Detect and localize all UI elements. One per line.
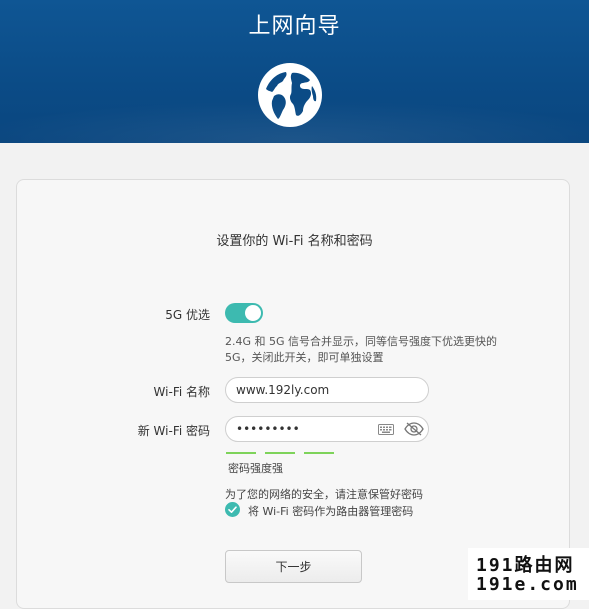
- wifi-password-field[interactable]: [225, 416, 429, 442]
- wifi-name-field[interactable]: [225, 377, 429, 403]
- page-title: 上网向导: [248, 14, 341, 39]
- wifi-name-input[interactable]: [236, 382, 386, 398]
- keyboard-icon[interactable]: [378, 424, 394, 435]
- check-circle-icon[interactable]: [225, 502, 240, 517]
- next-button[interactable]: 下一步: [225, 550, 362, 583]
- prefer-5g-hint-line2: 5G，关闭此开关，即可单独设置: [225, 351, 384, 364]
- strength-bar: [226, 452, 256, 454]
- password-strength-meter: [226, 452, 346, 456]
- site-watermark: 191路由网 191e.com: [468, 548, 589, 600]
- strength-bar: [265, 452, 295, 454]
- wizard-subtitle: 设置你的 Wi-Fi 名称和密码: [216, 234, 373, 249]
- prefer-5g-label: 5G 优选: [165, 308, 210, 322]
- prefer-5g-toggle[interactable]: [225, 303, 263, 323]
- header-banner: 上网向导: [0, 0, 589, 143]
- toggle-knob: [245, 305, 261, 321]
- prefer-5g-hint: 2.4G 和 5G 信号合并显示，同等信号强度下优选更快的 5G，关闭此开关，即…: [225, 334, 525, 366]
- password-strength-label: 密码强度强: [228, 462, 283, 475]
- use-as-admin-label: 将 Wi-Fi 密码作为路由器管理密码: [248, 505, 414, 518]
- strength-bar: [304, 452, 334, 454]
- prefer-5g-hint-line1: 2.4G 和 5G 信号合并显示，同等信号强度下优选更快的: [225, 335, 498, 348]
- watermark-line2: 191e.com: [476, 574, 579, 595]
- wifi-password-label: 新 Wi-Fi 密码: [137, 424, 210, 438]
- wifi-password-input[interactable]: [236, 421, 371, 437]
- security-note: 为了您的网络的安全，请注意保管好密码: [225, 488, 423, 501]
- eye-off-icon[interactable]: [404, 421, 424, 437]
- globe-icon: [258, 63, 322, 127]
- wifi-name-label: Wi-Fi 名称: [153, 385, 210, 399]
